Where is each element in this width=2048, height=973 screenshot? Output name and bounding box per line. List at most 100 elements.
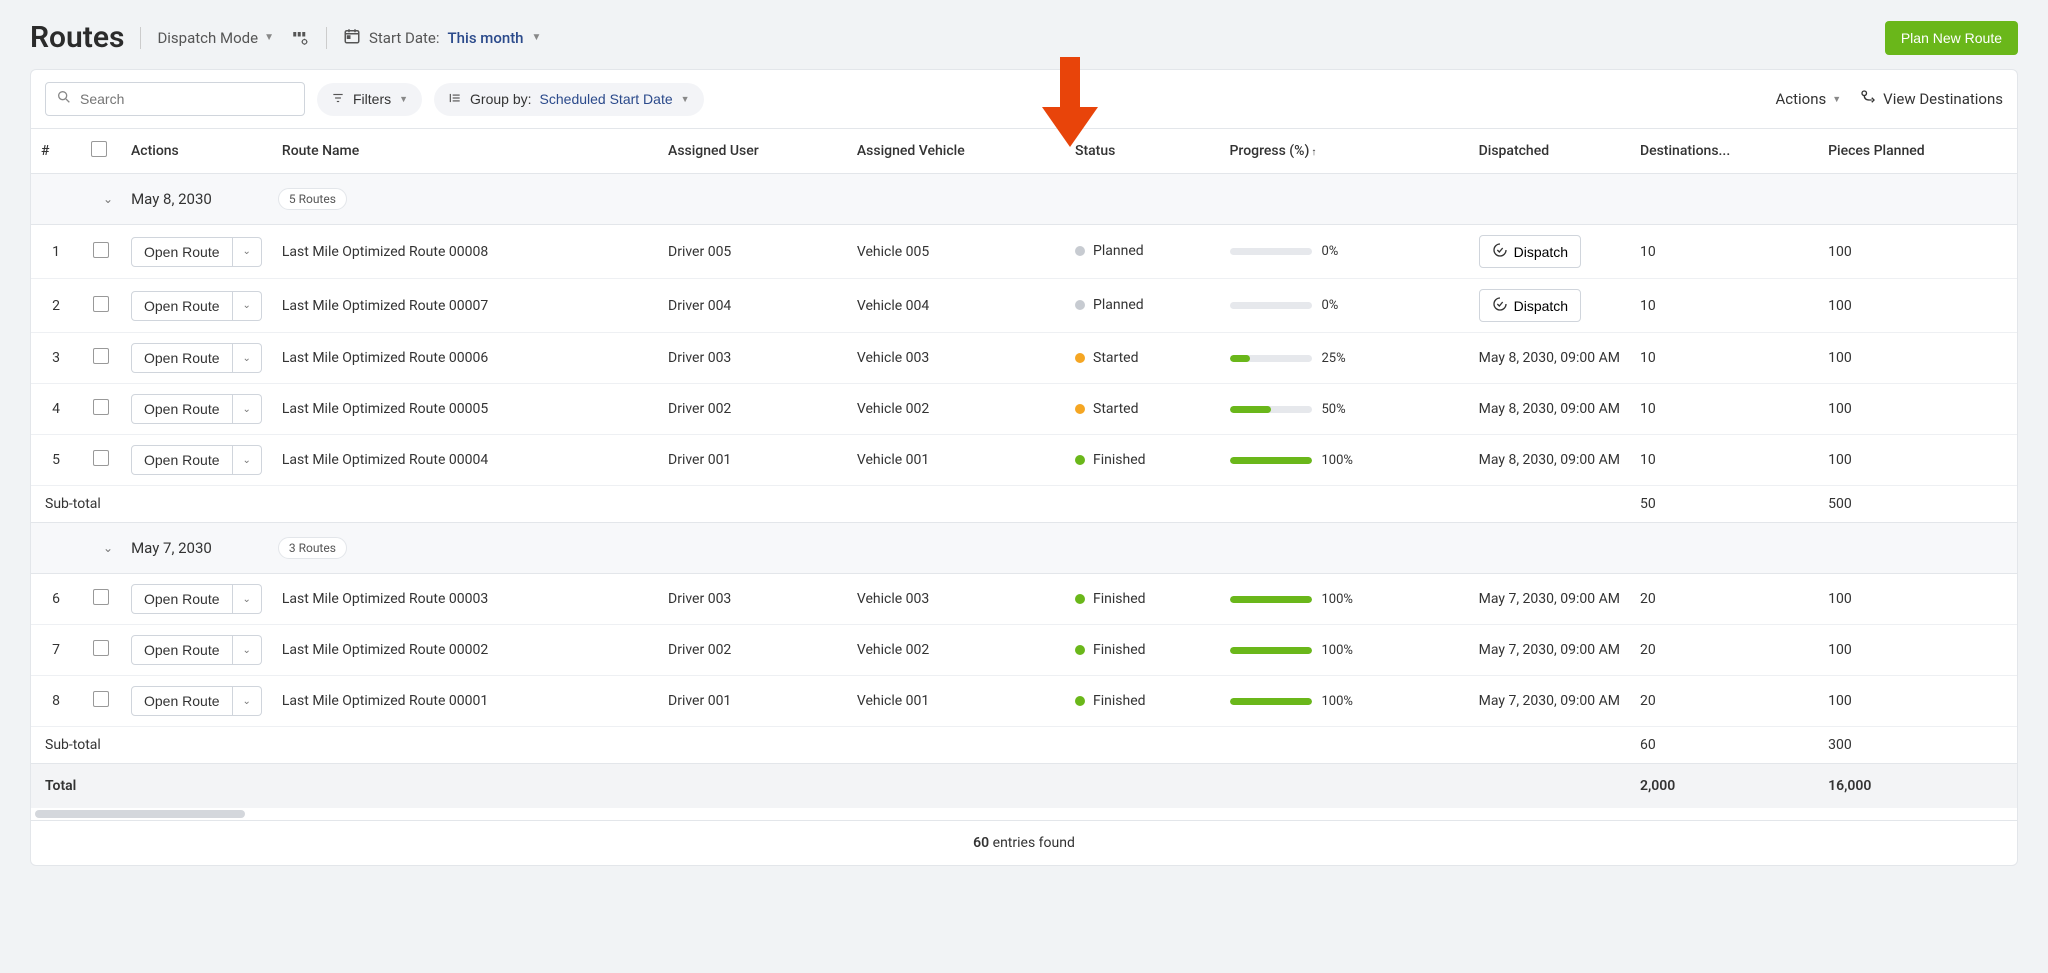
dispatched-value: May 8, 2030, 09:00 AM	[1479, 401, 1620, 417]
route-settings-icon[interactable]	[290, 28, 310, 48]
pieces-cell: 100	[1818, 225, 2017, 279]
pieces-cell: 100	[1818, 384, 2017, 435]
group-header-row[interactable]: ⌄ May 7, 2030 3 Routes	[31, 523, 2017, 574]
row-checkbox[interactable]	[93, 640, 109, 656]
open-route-caret[interactable]: ⌄	[233, 394, 262, 424]
open-route-caret[interactable]: ⌄	[233, 635, 262, 665]
col-dispatched[interactable]: Dispatched	[1469, 129, 1630, 174]
page-title: Routes	[30, 20, 124, 55]
col-pieces-planned[interactable]: Pieces Planned	[1818, 129, 2017, 174]
open-route-caret[interactable]: ⌄	[233, 291, 262, 321]
col-assigned-vehicle[interactable]: Assigned Vehicle	[847, 129, 1065, 174]
filters-label: Filters	[353, 91, 391, 107]
group-count-badge: 3 Routes	[278, 537, 347, 559]
row-checkbox[interactable]	[93, 589, 109, 605]
col-progress[interactable]: Progress (%)↑	[1220, 129, 1469, 174]
calendar-icon	[343, 27, 361, 49]
route-name-cell: Last Mile Optimized Route 00001	[272, 676, 658, 727]
open-route-caret[interactable]: ⌄	[233, 686, 262, 716]
open-route-button[interactable]: Open Route	[131, 635, 233, 665]
destinations-cell: 20	[1630, 676, 1818, 727]
subtotal-row: Sub-total60300	[31, 727, 2017, 764]
table-row: 5 Open Route⌄ Last Mile Optimized Route …	[31, 435, 2017, 486]
col-route-name[interactable]: Route Name	[272, 129, 658, 174]
open-route-button[interactable]: Open Route	[131, 584, 233, 614]
route-name-cell: Last Mile Optimized Route 00008	[272, 225, 658, 279]
open-route-caret[interactable]: ⌄	[233, 343, 262, 373]
table-row: 3 Open Route⌄ Last Mile Optimized Route …	[31, 333, 2017, 384]
search-input-wrapper[interactable]	[45, 82, 305, 116]
filters-button[interactable]: Filters ▼	[317, 83, 422, 116]
col-assigned-user[interactable]: Assigned User	[658, 129, 847, 174]
status-dot-icon	[1075, 594, 1085, 604]
col-checkbox[interactable]	[81, 129, 121, 174]
col-actions[interactable]: Actions	[121, 129, 272, 174]
group-icon	[448, 91, 462, 108]
status-cell: Planned	[1075, 243, 1144, 259]
select-all-checkbox[interactable]	[91, 141, 107, 157]
col-destinations[interactable]: Destinations...	[1630, 129, 1818, 174]
view-destinations-link[interactable]: View Destinations	[1859, 88, 2003, 110]
start-date-selector[interactable]: Start Date: This month ▼	[343, 27, 541, 49]
group-header-row[interactable]: ⌄ May 8, 2030 5 Routes	[31, 174, 2017, 225]
open-route-button[interactable]: Open Route	[131, 291, 233, 321]
col-number[interactable]: #	[31, 129, 81, 174]
destinations-cell: 10	[1630, 333, 1818, 384]
table-footer: 60 entries found	[31, 820, 2017, 865]
chevron-down-icon[interactable]: ⌄	[103, 192, 113, 206]
horizontal-scrollbar[interactable]	[35, 810, 2013, 818]
progress-cell: 100%	[1230, 643, 1459, 658]
row-checkbox[interactable]	[93, 296, 109, 312]
table-row: 2 Open Route⌄ Last Mile Optimized Route …	[31, 279, 2017, 333]
group-count-badge: 5 Routes	[278, 188, 347, 210]
open-route-caret[interactable]: ⌄	[233, 584, 262, 614]
dispatch-mode-dropdown[interactable]: Dispatch Mode ▼	[157, 29, 274, 47]
assigned-vehicle-cell: Vehicle 001	[847, 676, 1065, 727]
destinations-cell: 10	[1630, 225, 1818, 279]
search-icon	[56, 89, 72, 109]
open-route-button[interactable]: Open Route	[131, 394, 233, 424]
status-dot-icon	[1075, 353, 1085, 363]
progress-cell: 0%	[1230, 298, 1459, 313]
row-number: 5	[31, 435, 81, 486]
row-checkbox[interactable]	[93, 691, 109, 707]
row-checkbox[interactable]	[93, 450, 109, 466]
assigned-vehicle-cell: Vehicle 002	[847, 384, 1065, 435]
chevron-down-icon: ▼	[681, 94, 690, 104]
plan-new-route-button[interactable]: Plan New Route	[1885, 21, 2018, 55]
assigned-vehicle-cell: Vehicle 003	[847, 574, 1065, 625]
open-route-button[interactable]: Open Route	[131, 686, 233, 716]
row-checkbox[interactable]	[93, 399, 109, 415]
assigned-user-cell: Driver 003	[658, 574, 847, 625]
progress-cell: 0%	[1230, 244, 1459, 259]
chevron-down-icon[interactable]: ⌄	[103, 541, 113, 555]
search-input[interactable]	[80, 91, 294, 107]
dispatch-button[interactable]: Dispatch	[1479, 289, 1581, 322]
group-date: May 7, 2030	[131, 539, 212, 557]
assigned-user-cell: Driver 001	[658, 676, 847, 727]
group-by-value: Scheduled Start Date	[540, 91, 673, 107]
pieces-cell: 100	[1818, 676, 2017, 727]
status-cell: Finished	[1075, 591, 1146, 607]
actions-label: Actions	[1775, 90, 1826, 108]
open-route-button[interactable]: Open Route	[131, 343, 233, 373]
assigned-vehicle-cell: Vehicle 003	[847, 333, 1065, 384]
route-name-cell: Last Mile Optimized Route 00002	[272, 625, 658, 676]
actions-dropdown[interactable]: Actions ▼	[1775, 90, 1841, 108]
open-route-button[interactable]: Open Route	[131, 445, 233, 475]
row-checkbox[interactable]	[93, 348, 109, 364]
dispatch-button[interactable]: Dispatch	[1479, 235, 1581, 268]
status-dot-icon	[1075, 404, 1085, 414]
open-route-caret[interactable]: ⌄	[233, 237, 262, 267]
row-checkbox[interactable]	[93, 242, 109, 258]
pieces-cell: 100	[1818, 333, 2017, 384]
subtotal-row: Sub-total50500	[31, 486, 2017, 523]
open-route-button[interactable]: Open Route	[131, 237, 233, 267]
group-by-button[interactable]: Group by: Scheduled Start Date ▼	[434, 83, 704, 116]
route-name-cell: Last Mile Optimized Route 00005	[272, 384, 658, 435]
open-route-caret[interactable]: ⌄	[233, 445, 262, 475]
col-status[interactable]: Status	[1065, 129, 1220, 174]
assigned-vehicle-cell: Vehicle 004	[847, 279, 1065, 333]
assigned-vehicle-cell: Vehicle 005	[847, 225, 1065, 279]
status-dot-icon	[1075, 455, 1085, 465]
